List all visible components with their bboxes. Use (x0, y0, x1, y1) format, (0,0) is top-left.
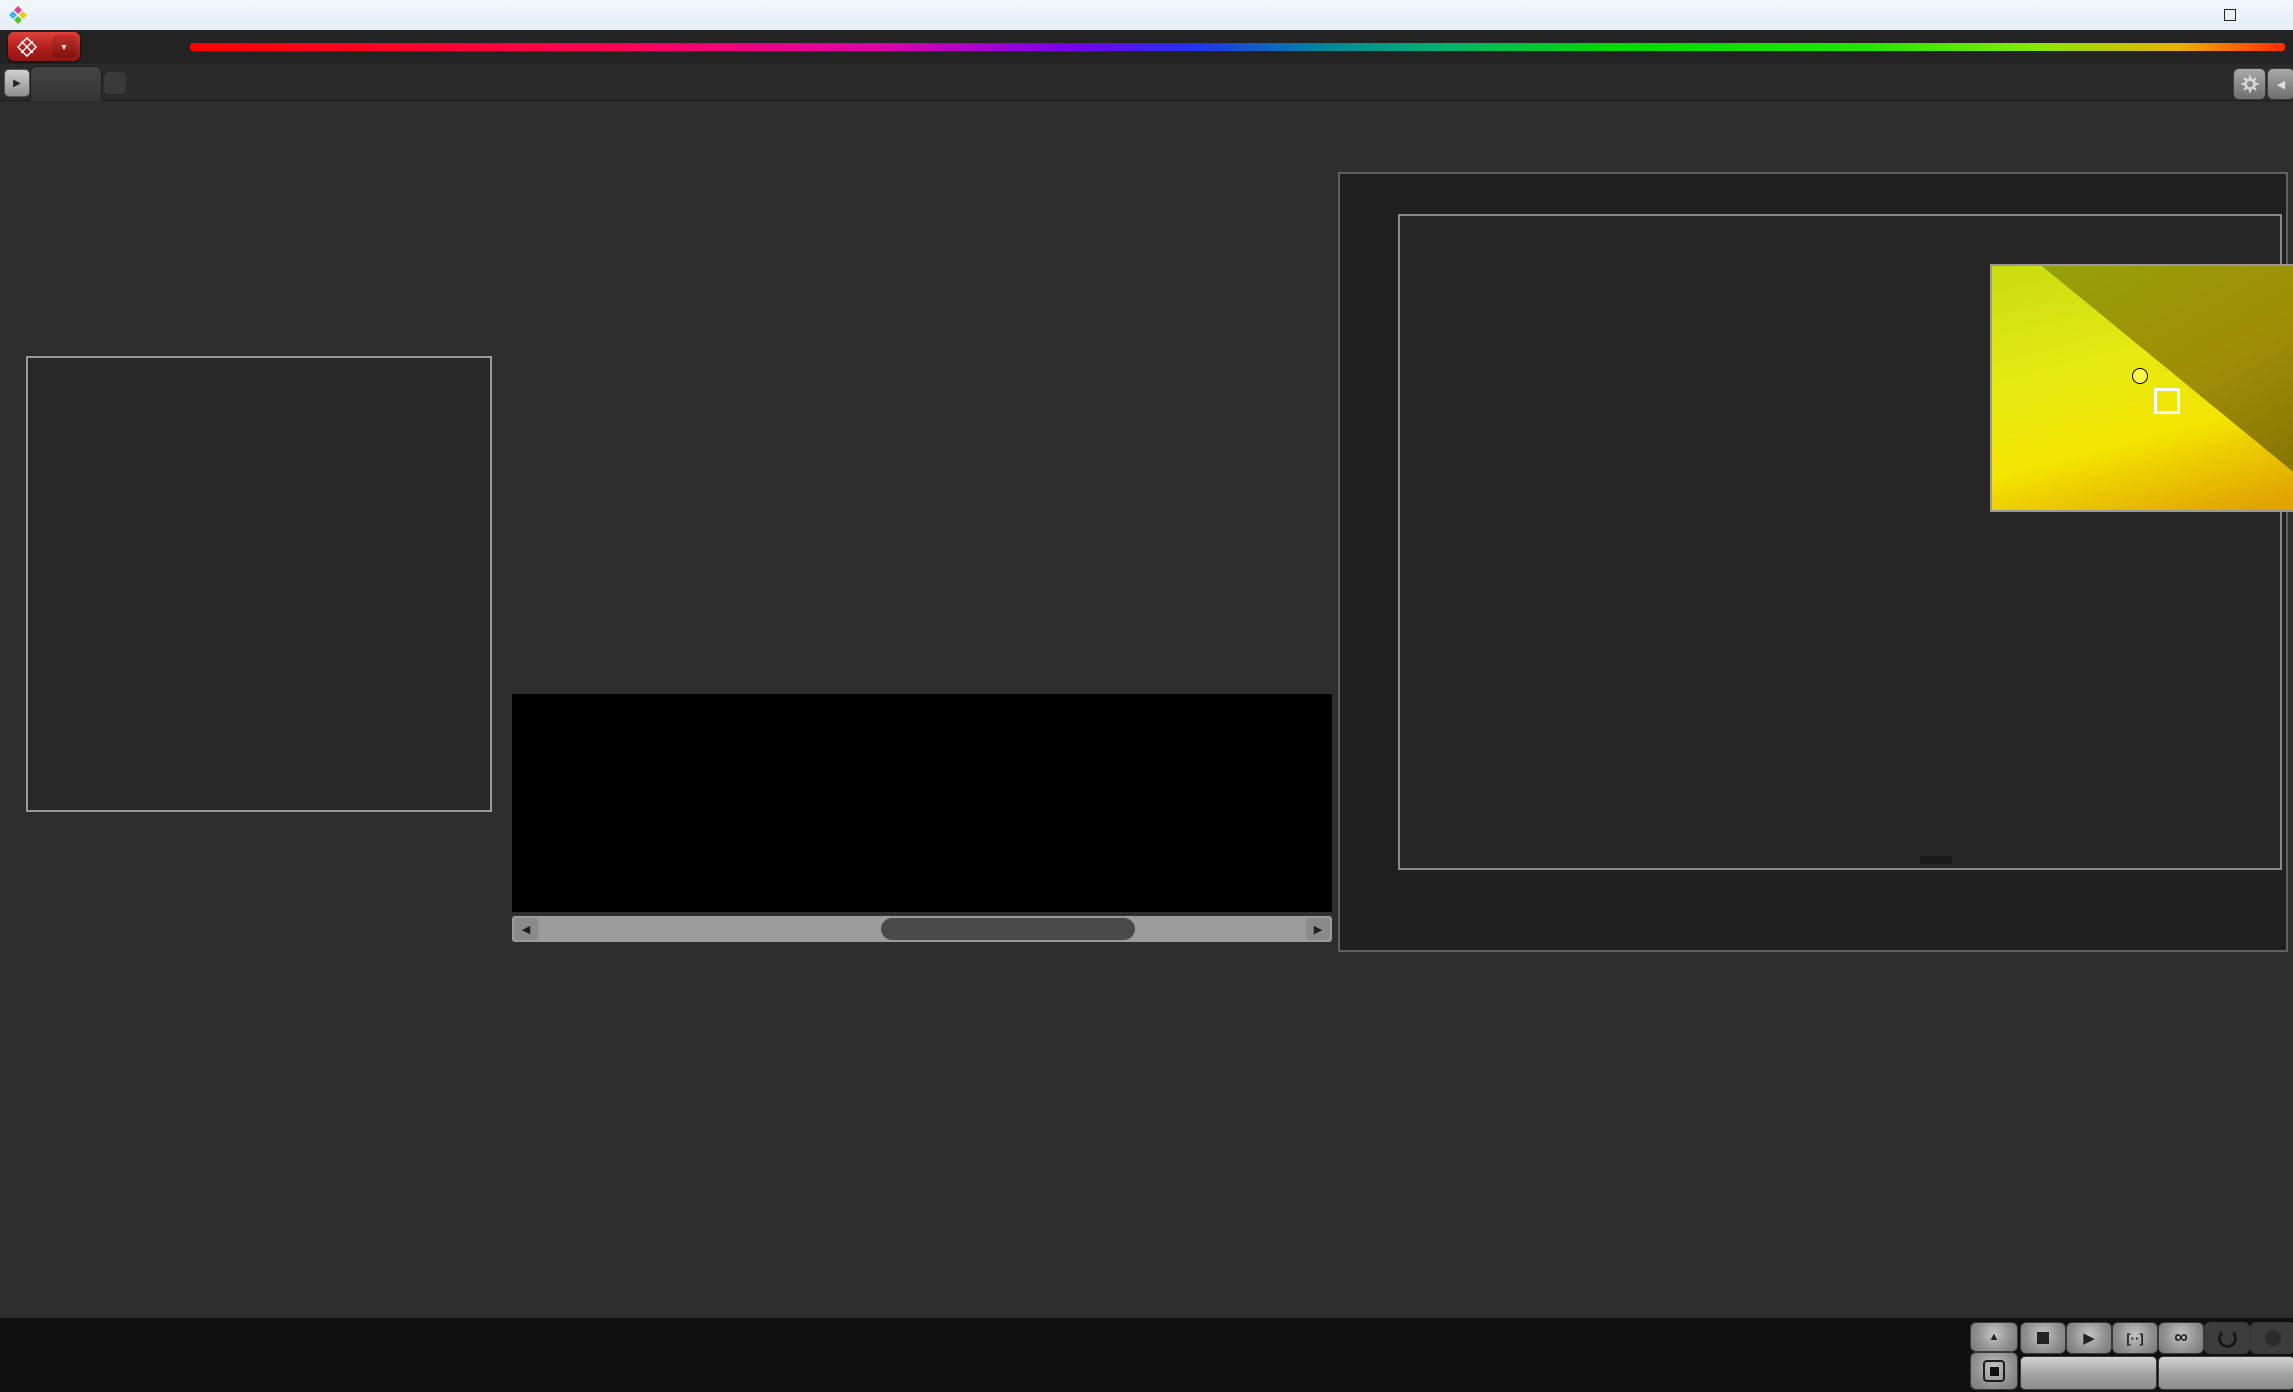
pattern-up-button[interactable]: ▲ (1970, 1322, 2018, 1352)
stop-button[interactable] (2020, 1322, 2066, 1354)
collapse-panel-button[interactable]: ◀ (2267, 68, 2293, 100)
play-icon: ▶ (2083, 1329, 2095, 1347)
play-button[interactable]: ▶ (2066, 1322, 2112, 1354)
settings-button[interactable] (2233, 68, 2266, 100)
history-play-button[interactable]: ▶ (4, 69, 30, 97)
rgb-triplet-label (1920, 856, 1952, 864)
calman-diamond-icon (16, 36, 38, 58)
brand-bar: ▼ (0, 30, 2293, 64)
cie-chromaticity-plot (1398, 214, 2282, 870)
gear-icon (2241, 75, 2259, 93)
next-button[interactable] (2158, 1356, 2293, 1390)
cie-1931-panel (1338, 172, 2288, 952)
back-button[interactable] (2020, 1356, 2157, 1390)
scrollbar-thumb[interactable] (881, 918, 1135, 940)
maximize-icon (2224, 9, 2236, 21)
deltae-bar-chart (26, 356, 492, 812)
app-icon (9, 6, 27, 24)
logo-dropdown-chevron-icon[interactable]: ▼ (52, 35, 76, 58)
rainbow-gradient-strip (190, 43, 2285, 51)
scroll-right-arrow-icon[interactable]: ▶ (1306, 918, 1330, 940)
patch-swatch-strip (512, 694, 1332, 912)
add-tab-button[interactable] (104, 72, 126, 94)
pattern-window-button[interactable] (1970, 1352, 2018, 1390)
window-titlebar (0, 0, 2293, 30)
refresh-button[interactable] (2204, 1322, 2250, 1354)
read-series-button[interactable]: [··] (2112, 1322, 2158, 1354)
tab-bar: ▶ ◀ (0, 64, 2293, 101)
calman-logo-button[interactable]: ▼ (8, 32, 80, 61)
record-button[interactable] (2250, 1322, 2293, 1354)
pattern-window-icon (1983, 1360, 2005, 1382)
strip-scrollbar[interactable]: ◀ ▶ (512, 916, 1332, 942)
tab-history-1[interactable] (30, 66, 102, 101)
maximize-button[interactable] (2209, 0, 2251, 30)
minimize-button[interactable] (2167, 0, 2209, 30)
inset-target-square (2154, 388, 2180, 414)
scroll-left-arrow-icon[interactable]: ◀ (514, 918, 538, 940)
continuous-read-button[interactable]: ∞ (2158, 1322, 2204, 1354)
stop-icon (2037, 1332, 2049, 1344)
read-series-icon: [··] (2126, 1331, 2143, 1346)
record-icon (2265, 1330, 2281, 1346)
refresh-icon (2218, 1329, 2237, 1348)
infinity-icon: ∞ (2174, 1327, 2188, 1349)
cie-zoom-inset (1990, 264, 2293, 512)
close-button[interactable] (2251, 0, 2293, 30)
bottom-patch-bar: ▲ ▶ [··] ∞ (0, 1318, 2293, 1392)
